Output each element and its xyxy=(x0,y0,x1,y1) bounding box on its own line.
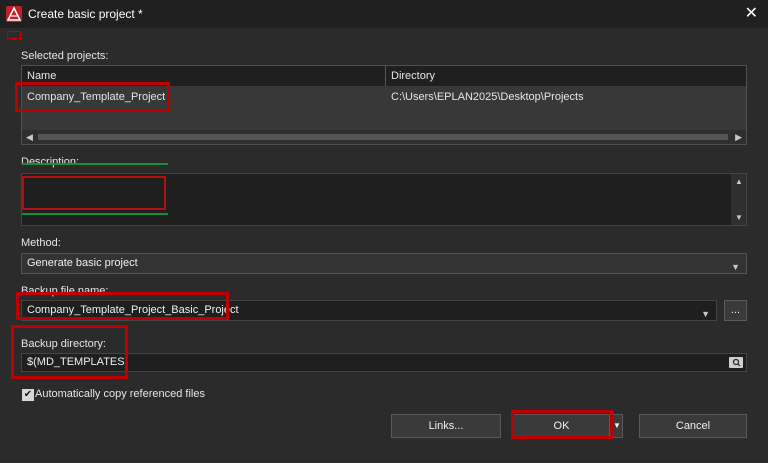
selected-projects-label: Selected projects: xyxy=(21,50,109,62)
auto-copy-checkbox[interactable]: ✔ xyxy=(22,389,34,401)
scroll-right-arrow-icon[interactable]: ▶ xyxy=(735,132,742,143)
method-select-value: Generate basic project xyxy=(27,257,138,269)
highlight-ok-button xyxy=(511,410,613,439)
column-header-directory[interactable]: Directory xyxy=(386,66,746,86)
chevron-down-icon[interactable]: ▼ xyxy=(701,305,710,323)
description-vertical-scrollbar[interactable]: ▲ ▼ xyxy=(731,174,746,225)
eplan-logo-icon xyxy=(6,6,22,22)
links-button[interactable]: Links... xyxy=(391,414,501,438)
cancel-button[interactable]: Cancel xyxy=(639,414,747,438)
scroll-up-arrow-icon[interactable]: ▲ xyxy=(735,177,743,186)
chevron-down-icon[interactable]: ▼ xyxy=(731,258,740,276)
scroll-down-arrow-icon[interactable]: ▼ xyxy=(735,213,743,222)
horizontal-scrollbar[interactable]: ◀ ▶ xyxy=(22,130,746,144)
window-title: Create basic project * xyxy=(28,7,143,21)
browse-button[interactable]: ... xyxy=(724,300,747,321)
auto-copy-label: Automatically copy referenced files xyxy=(35,388,205,400)
method-select[interactable]: Generate basic project ▼ xyxy=(21,253,747,274)
method-label: Method: xyxy=(21,237,61,249)
backup-directory-input[interactable]: $(MD_TEMPLATES) xyxy=(21,353,747,372)
highlight-backup-directory xyxy=(11,325,128,379)
close-icon[interactable]: ✕ xyxy=(745,3,758,23)
folder-search-icon[interactable] xyxy=(729,357,743,368)
top-left-marker xyxy=(7,31,21,39)
description-annotation-inner xyxy=(22,176,166,210)
horizontal-scroll-thumb[interactable] xyxy=(38,134,728,140)
table-row-directory[interactable]: C:\Users\EPLAN2025\Desktop\Projects xyxy=(386,88,584,106)
highlight-backup-file-name xyxy=(16,292,229,320)
highlight-project-name xyxy=(15,82,170,112)
title-bar: Create basic project * ✕ xyxy=(0,0,768,28)
scroll-left-arrow-icon[interactable]: ◀ xyxy=(26,132,33,143)
